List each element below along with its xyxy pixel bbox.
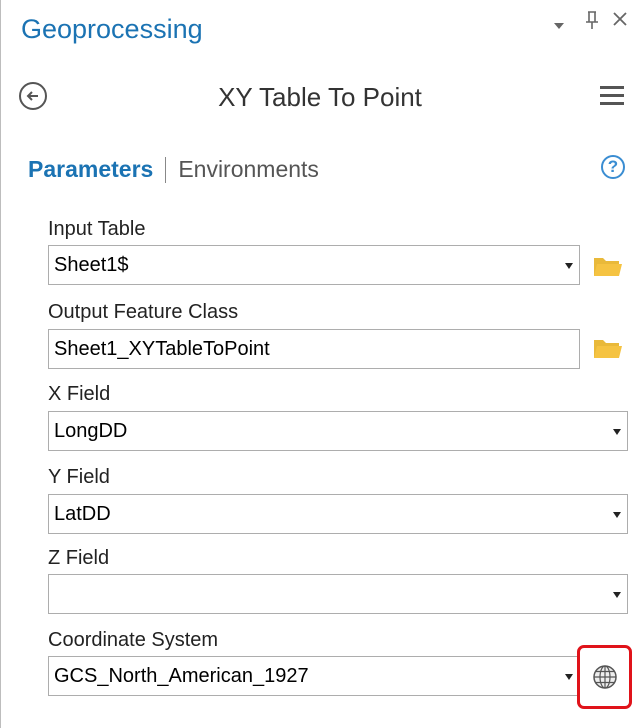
help-icon[interactable]: ? [601,155,625,179]
x-field-dropdown[interactable]: LongDD [48,411,628,451]
y-field-label: Y Field [48,466,110,488]
y-field-value: LatDD [54,503,111,525]
hamburger-menu-icon[interactable] [600,86,624,106]
input-table-combobox[interactable]: Sheet1$ [48,245,580,285]
y-field-dropdown[interactable]: LatDD [48,494,628,534]
coordinate-system-label: Coordinate System [48,629,219,651]
z-field-dropdown[interactable] [48,574,628,614]
x-field-value: LongDD [54,420,128,442]
dropdown-arrow-icon[interactable] [565,674,573,680]
globe-icon[interactable] [577,645,632,709]
output-feature-class-value: Sheet1_XYTableToPoint [54,338,270,360]
pin-icon[interactable] [585,10,599,36]
input-table-label: Input Table [48,218,146,240]
coordinate-system-value: GCS_North_American_1927 [54,665,309,687]
close-icon[interactable] [612,10,628,33]
coordinate-system-dropdown[interactable]: GCS_North_American_1927 [48,656,580,696]
z-field-label: Z Field [48,547,110,569]
dropdown-arrow-icon[interactable] [565,263,573,269]
output-feature-class-label: Output Feature Class [48,301,239,323]
pane-title-bar: Geoprocessing [1,0,638,64]
tab-divider [165,156,167,183]
tab-environments[interactable]: Environments [178,156,319,183]
geoprocessing-pane: Geoprocessing XY Table To Point Paramete… [0,0,638,728]
dropdown-arrow-icon[interactable] [613,429,621,435]
x-field-label: X Field [48,383,111,405]
tool-title: XY Table To Point [218,82,422,112]
dropdown-arrow-icon[interactable] [613,592,621,598]
output-feature-class-input[interactable]: Sheet1_XYTableToPoint [48,329,580,369]
input-table-browse-folder-icon[interactable] [593,255,623,277]
tab-parameters[interactable]: Parameters [28,156,153,183]
dropdown-arrow-icon[interactable] [613,512,621,518]
tab-bar: Parameters Environments [28,156,319,183]
input-table-value: Sheet1$ [54,254,129,276]
pane-options-dropdown-icon[interactable] [553,14,565,37]
pane-title: Geoprocessing [21,14,203,44]
output-feature-class-browse-folder-icon[interactable] [593,337,623,359]
